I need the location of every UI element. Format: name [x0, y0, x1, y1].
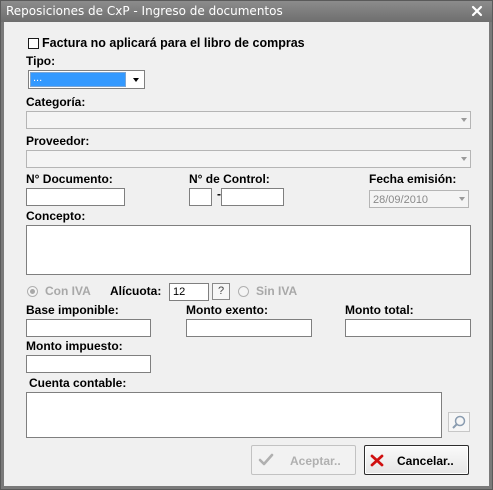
monto-impuesto-label: Monto impuesto: [26, 339, 123, 353]
cuenta-contable-field[interactable] [26, 392, 442, 438]
categoria-label: Categoría: [26, 95, 86, 109]
sin-iva-radio[interactable] [238, 286, 249, 297]
fecha-value: 28/09/2010 [373, 194, 429, 206]
fecha-date-picker[interactable]: 28/09/2010 [369, 190, 469, 208]
monto-impuesto-input[interactable] [26, 355, 151, 373]
proveedor-select[interactable] [26, 150, 471, 168]
control-number-input[interactable] [221, 188, 284, 206]
tipo-dropdown-button[interactable] [128, 72, 143, 87]
magnifier-icon [452, 415, 466, 429]
alicuota-input[interactable]: 12 [169, 283, 209, 301]
monto-exento-input[interactable] [186, 319, 312, 337]
cancel-label: Cancelar.. [397, 454, 454, 468]
base-imponible-input[interactable] [26, 319, 151, 337]
cuenta-contable-label: Cuenta contable: [29, 376, 127, 390]
title-bar[interactable]: Reposiciones de CxP - Ingreso de documen… [1, 1, 492, 22]
libro-compras-checkbox[interactable] [28, 38, 39, 49]
monto-total-label: Monto total: [345, 303, 414, 317]
sin-iva-label: Sin IVA [256, 284, 298, 298]
form-body: Factura no aplicará para el libro de com… [4, 22, 489, 486]
fecha-label: Fecha emisión: [369, 172, 457, 186]
libro-compras-label: Factura no aplicará para el libro de com… [42, 36, 305, 50]
control-prefix-input[interactable] [189, 188, 212, 206]
cuenta-search-button[interactable] [448, 412, 470, 432]
accept-label: Aceptar.. [290, 454, 341, 468]
documento-label: N° Documento: [26, 172, 113, 186]
proveedor-label: Proveedor: [26, 134, 90, 148]
base-imponible-label: Base imponible: [26, 303, 119, 317]
categoria-select[interactable] [26, 111, 471, 129]
control-label: N° de Control: [189, 172, 270, 186]
chevron-down-icon [461, 157, 467, 161]
alicuota-label: Alícuota: [110, 284, 162, 298]
chevron-down-icon [459, 197, 465, 201]
checkmark-icon [258, 453, 274, 466]
monto-total-input[interactable] [345, 319, 471, 337]
cancel-button[interactable]: Cancelar.. [364, 445, 469, 475]
x-icon [370, 454, 384, 467]
monto-exento-label: Monto exento: [186, 303, 268, 317]
concepto-label: Concepto: [26, 209, 86, 223]
con-iva-radio[interactable] [27, 286, 38, 297]
dialog-window: Reposiciones de CxP - Ingreso de documen… [0, 0, 493, 490]
accept-button[interactable]: Aceptar.. [251, 445, 356, 475]
window-title: Reposiciones de CxP - Ingreso de documen… [6, 4, 283, 18]
close-icon[interactable] [470, 4, 484, 18]
alicuota-help-button[interactable]: ? [212, 283, 230, 300]
tipo-label: Tipo: [26, 54, 56, 68]
concepto-textarea[interactable] [26, 225, 471, 275]
documento-input[interactable] [26, 188, 125, 206]
tipo-selected-value: ... [30, 72, 126, 87]
chevron-down-icon [133, 78, 139, 82]
help-icon: ? [217, 285, 225, 297]
tipo-select[interactable]: ... [28, 70, 145, 89]
con-iva-label: Con IVA [45, 284, 91, 298]
chevron-down-icon [461, 118, 467, 122]
alicuota-value: 12 [173, 286, 186, 298]
